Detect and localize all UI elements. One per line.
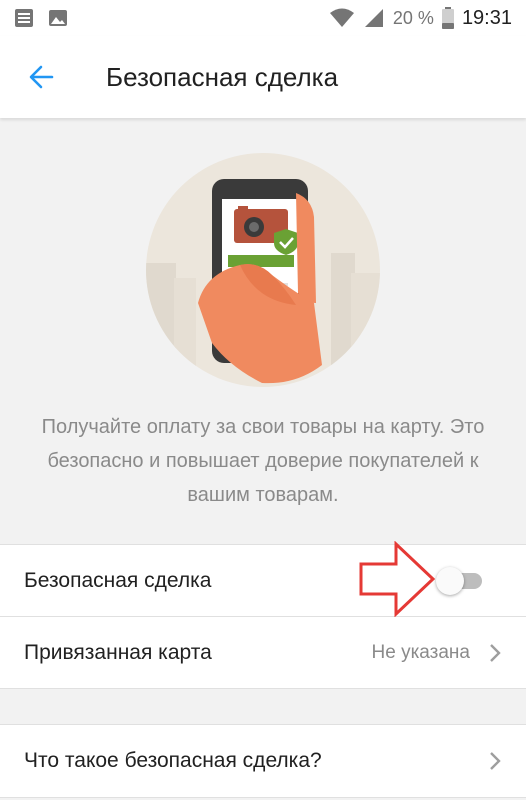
- status-bar: 20 % 19:31: [0, 0, 526, 36]
- safe-deal-label: Безопасная сделка: [24, 568, 212, 592]
- notes-notification-icon: [15, 9, 33, 27]
- chevron-right-icon: [490, 643, 501, 662]
- back-arrow-icon: [29, 65, 54, 89]
- divider: [0, 688, 526, 689]
- back-button[interactable]: [0, 36, 82, 118]
- safe-deal-toggle[interactable]: [436, 565, 486, 597]
- battery-percent: 20 %: [392, 7, 434, 28]
- image-notification-icon: [49, 10, 67, 26]
- clock: 19:31: [461, 6, 512, 29]
- divider: [0, 797, 526, 798]
- safe-deal-setting-row[interactable]: Безопасная сделка: [0, 545, 526, 616]
- what-is-safe-deal-label: Что такое безопасная сделка?: [24, 749, 322, 772]
- toggle-thumb: [436, 567, 464, 595]
- app-toolbar: Безопасная сделка: [0, 36, 526, 118]
- linked-card-row[interactable]: Привязанная карта Не указана: [0, 617, 526, 688]
- what-is-safe-deal-row[interactable]: Что такое безопасная сделка?: [0, 725, 526, 797]
- safe-deal-illustration: [146, 153, 380, 387]
- annotation-arrow-icon: [359, 541, 436, 617]
- battery-icon: [441, 7, 454, 29]
- linked-card-value: Не указана: [371, 641, 471, 663]
- chevron-right-icon: [490, 752, 501, 770]
- wifi-icon: [329, 8, 354, 27]
- promo-description: Получайте оплату за свои товары на карту…: [41, 416, 485, 506]
- page-title: Безопасная сделка: [106, 61, 339, 92]
- linked-card-label: Привязанная карта: [24, 640, 212, 664]
- signal-icon: [364, 9, 383, 27]
